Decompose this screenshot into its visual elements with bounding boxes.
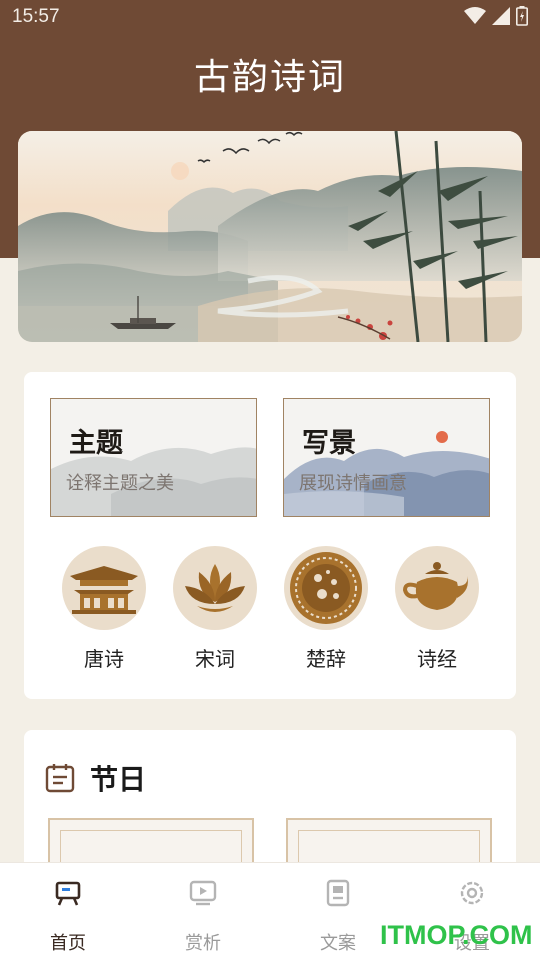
feature-scenery[interactable]: 写景 展现诗情画意	[283, 398, 490, 517]
nav-copywriting[interactable]: 文案	[298, 877, 378, 955]
nav-home[interactable]: 首页	[28, 877, 108, 955]
app-title: 古韵诗词	[193, 57, 346, 98]
battery-icon	[516, 6, 528, 26]
feature-theme[interactable]: 主题 诠释主题之美	[50, 398, 257, 517]
category-song-ci[interactable]: 宋词	[171, 546, 259, 672]
category-card: 主题 诠释主题之美 写景 展现诗情画意 唐诗 宋词 楚辞 诗经	[24, 372, 516, 699]
category-chu-ci[interactable]: 楚辞	[282, 546, 370, 672]
wifi-icon	[464, 7, 486, 24]
nav-label: 文案	[320, 933, 356, 954]
document-icon	[326, 879, 350, 907]
teapot-icon	[395, 546, 479, 630]
status-icons	[464, 6, 528, 26]
nav-appreciation[interactable]: 赏析	[163, 877, 243, 955]
feature-subtitle: 展现诗情画意	[299, 473, 407, 494]
category-label: 楚辞	[306, 647, 346, 671]
status-bar: 15:57	[0, 0, 540, 34]
nav-label: 首页	[50, 933, 86, 954]
lotus-icon	[173, 546, 257, 630]
landscape-painting	[18, 131, 522, 342]
feature-title: 写景	[302, 428, 356, 459]
category-label: 诗经	[417, 647, 457, 671]
home-easel-icon	[55, 881, 81, 906]
signal-icon	[492, 7, 510, 25]
category-label: 唐诗	[84, 647, 124, 671]
play-screen-icon	[189, 880, 217, 906]
mooncake-icon	[284, 546, 368, 630]
holiday-header: 节日	[44, 758, 146, 798]
status-time: 15:57	[12, 6, 60, 27]
banner-landscape-image[interactable]	[18, 131, 522, 342]
nav-label: 赏析	[185, 933, 221, 954]
calendar-icon	[45, 764, 75, 793]
category-tang-poetry[interactable]: 唐诗	[60, 546, 148, 672]
category-shi-jing[interactable]: 诗经	[393, 546, 481, 672]
watermark-text: ITMOP.COM	[380, 920, 533, 950]
temple-icon	[62, 546, 146, 630]
holiday-title: 节日	[90, 763, 147, 796]
gear-icon	[460, 881, 484, 905]
feature-title: 主题	[69, 428, 123, 459]
feature-subtitle: 诠释主题之美	[66, 473, 174, 494]
category-label: 宋词	[195, 647, 235, 671]
